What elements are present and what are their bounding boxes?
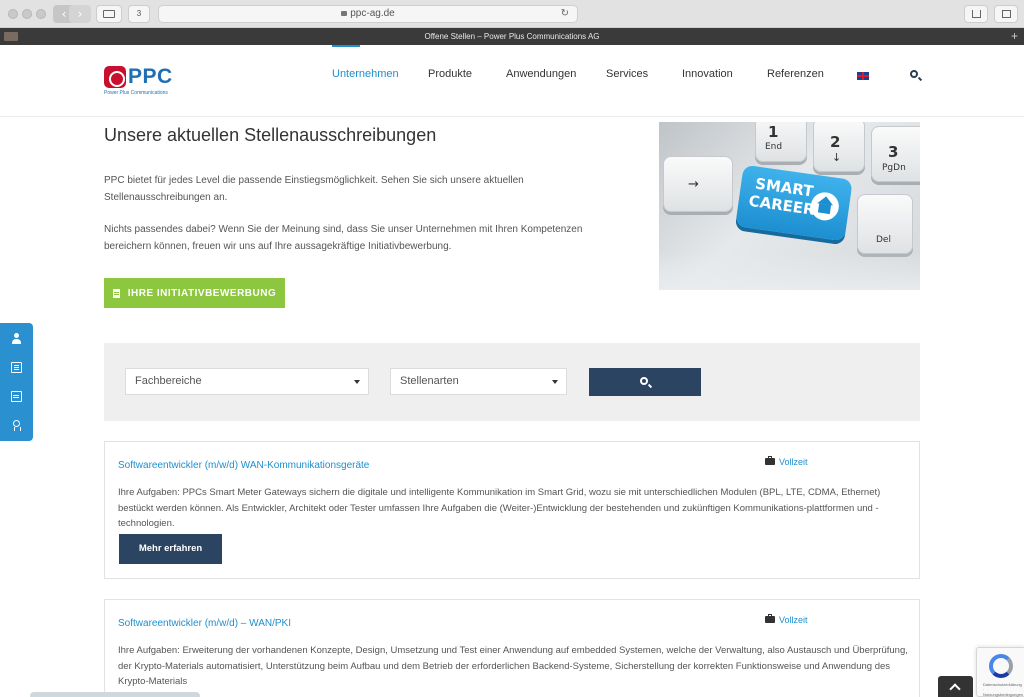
initiative-paragraph: Nichts passendes dabei? Wenn Sie der Mei…	[104, 224, 583, 252]
nav-unternehmen[interactable]: Unternehmen	[332, 68, 399, 80]
nav-produkte[interactable]: Produkte	[428, 68, 472, 80]
smart-career-key: SMART CAREER	[735, 164, 853, 242]
caret-down-icon	[354, 380, 360, 384]
filter-search-button[interactable]	[589, 368, 701, 396]
search-icon	[640, 377, 648, 385]
nav-active-indicator	[332, 45, 360, 47]
nav-innovation[interactable]: Innovation	[682, 68, 733, 80]
job-filter-panel: Fachbereiche Stellenarten	[104, 343, 920, 421]
key-del-label: Del	[876, 235, 891, 245]
forward-button[interactable]: ›	[69, 5, 91, 23]
page-title: Unsere aktuellen Stellenausschreibungen	[104, 125, 437, 145]
share-icon	[972, 10, 981, 18]
stellenarten-value: Stellenarten	[400, 375, 459, 387]
recaptcha-icon	[989, 654, 1013, 678]
job-card: Softwareentwickler (m/w/d) – WAN/PKI Vol…	[104, 599, 920, 697]
nav-anwendungen[interactable]: Anwendungen	[506, 68, 576, 80]
keyboard-key-end: 1 End	[755, 122, 807, 162]
key-pgdn-number: 3	[888, 143, 899, 161]
initiative-application-button[interactable]: IHRE INITIATIVBEWERBUNG	[104, 278, 285, 308]
job-type-label: Vollzeit	[779, 615, 808, 625]
tabs-icon	[1002, 10, 1011, 18]
address-bar[interactable]: ppc-ag.de ↻	[158, 5, 578, 23]
fachbereiche-select[interactable]: Fachbereiche	[125, 368, 369, 395]
url-text: ppc-ag.de	[350, 8, 395, 19]
briefcase-icon	[765, 456, 775, 465]
recaptcha-badge[interactable]: Datenschutzerklärung · Nutzungsbedingung…	[976, 647, 1024, 697]
tab-bar[interactable]: Offene Stellen – Power Plus Communicatio…	[0, 28, 1024, 45]
smart-career-keyboard-image: 1 End 2 ↓ 3 PgDn → SMART CAREER Del	[659, 122, 920, 290]
nav-referenzen[interactable]: Referenzen	[767, 68, 824, 80]
keyboard-key-down: 2 ↓	[813, 122, 865, 172]
user-icon[interactable]	[11, 333, 22, 344]
nav-services[interactable]: Services	[606, 68, 648, 80]
key-pgdn-label: PgDn	[882, 163, 906, 173]
key-end-label: End	[765, 142, 783, 152]
logo-text: PPC	[128, 65, 173, 88]
job-type: Vollzeit	[765, 456, 808, 467]
ppc-logo[interactable]: PPC Power Plus Communications	[104, 65, 194, 100]
tab-title: Offene Stellen – Power Plus Communicatio…	[424, 32, 600, 41]
site-header: PPC Power Plus Communications Unternehme…	[0, 45, 1024, 117]
window-minimize-button[interactable]	[22, 9, 32, 19]
scroll-to-top-button[interactable]	[938, 676, 973, 697]
new-tab-button[interactable]: +	[1011, 28, 1018, 45]
window-close-button[interactable]	[8, 9, 18, 19]
caret-down-icon	[552, 380, 558, 384]
key-end-number: 1	[768, 123, 779, 141]
keyboard-key-arrow: →	[663, 156, 733, 212]
lock-icon	[341, 11, 348, 16]
uk-flag-icon[interactable]	[857, 72, 869, 80]
logo-subtitle: Power Plus Communications	[104, 90, 168, 96]
job-type-label: Vollzeit	[779, 457, 808, 467]
stellenarten-select[interactable]: Stellenarten	[390, 368, 567, 395]
document-icon	[112, 288, 120, 298]
reload-icon[interactable]: ↻	[561, 6, 569, 22]
share-button[interactable]	[964, 5, 988, 23]
floating-sidebar	[0, 323, 33, 441]
logo-mark-icon	[104, 66, 126, 88]
sidebar-toggle-button[interactable]	[96, 5, 122, 23]
tab-favicon	[4, 32, 18, 41]
notes-icon[interactable]	[11, 362, 22, 373]
down-arrow-icon: ↓	[832, 151, 842, 164]
job-description: Ihre Aufgaben: PPCs Smart Meter Gateways…	[118, 487, 881, 529]
right-arrow-icon: →	[688, 177, 699, 192]
keyboard-key-del: Del	[857, 194, 913, 254]
mehr-erfahren-button[interactable]: Mehr erfahren	[119, 534, 222, 564]
id-card-icon[interactable]	[11, 391, 22, 402]
image-fade	[659, 252, 920, 290]
intro-paragraph: PPC bietet für jedes Level die passende …	[104, 175, 524, 203]
key-down-number: 2	[830, 133, 841, 151]
initiative-button-label: IHRE INITIATIVBEWERBUNG	[127, 287, 277, 299]
recaptcha-text: Datenschutzerklärung · Nutzungsbedingung…	[983, 682, 1024, 697]
tab-overview-button[interactable]: 3	[128, 5, 150, 23]
job-card: Softwareentwickler (m/w/d) WAN-Kommunika…	[104, 441, 920, 579]
keyboard-key-pgdn: 3 PgDn	[871, 126, 920, 182]
job-type: Vollzeit	[765, 614, 808, 625]
window-zoom-button[interactable]	[36, 9, 46, 19]
browser-toolbar: ‹ › 3 ppc-ag.de ↻	[0, 0, 1024, 28]
job-description: Ihre Aufgaben: Erweiterung der vorhanden…	[118, 645, 908, 687]
home-icon	[809, 190, 841, 223]
cookie-bar-edge[interactable]	[30, 692, 200, 697]
sidebar-icon	[103, 10, 115, 18]
job-title-link[interactable]: Softwareentwickler (m/w/d) WAN-Kommunika…	[118, 460, 369, 471]
award-icon[interactable]	[11, 420, 22, 431]
search-icon[interactable]	[910, 70, 918, 78]
tabs-button[interactable]	[994, 5, 1018, 23]
fachbereiche-value: Fachbereiche	[135, 375, 202, 387]
job-title-link[interactable]: Softwareentwickler (m/w/d) – WAN/PKI	[118, 618, 291, 629]
briefcase-icon	[765, 614, 775, 623]
